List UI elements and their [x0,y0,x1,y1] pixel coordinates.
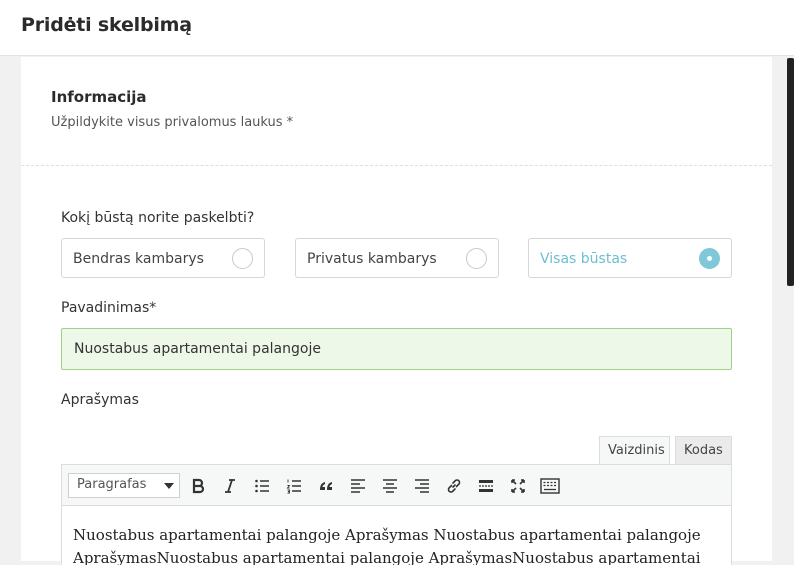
link-icon [447,479,461,493]
align-right-button[interactable] [410,474,434,498]
toolbar-toggle-icon [540,478,560,494]
toolbar-toggle-button[interactable] [538,474,562,498]
bold-icon [192,478,205,494]
read-more-icon [479,480,493,492]
radio-circle-icon [466,248,487,269]
description-editor[interactable]: Nuostabus apartamentai palangoje Aprašym… [61,505,732,565]
fullscreen-icon [511,479,525,493]
bullet-list-button[interactable] [250,474,274,498]
align-left-icon [351,479,365,493]
radio-entire-home[interactable]: Visas būstas [528,238,732,278]
radio-private-room[interactable]: Privatus kambarys [295,238,499,278]
editor-toolbar: Paragrafas [61,464,732,506]
section-divider [21,165,772,166]
fullscreen-button[interactable] [506,474,530,498]
numbered-list-icon [286,479,301,494]
title-input[interactable]: Nuostabus apartamentai palangoje [61,328,732,370]
numbered-list-button[interactable] [282,474,306,498]
link-button[interactable] [442,474,466,498]
bullet-list-icon [255,479,269,493]
italic-button[interactable] [218,474,242,498]
tab-code[interactable]: Kodas [675,436,732,465]
italic-icon [225,479,235,493]
scrollbar-thumb[interactable] [787,58,794,286]
blockquote-icon [320,482,332,490]
align-center-button[interactable] [378,474,402,498]
section-subtitle: Užpildykite visus privalomus laukus * [51,115,294,130]
align-left-button[interactable] [346,474,370,498]
radio-label: Visas būstas [540,251,628,267]
editor-content: Nuostabus apartamentai palangoje Aprašym… [73,526,701,565]
page-title: Pridėti skelbimą [21,14,192,36]
read-more-button[interactable] [474,474,498,498]
title-field-label: Pavadinimas* [61,300,157,316]
chevron-down-icon [164,483,174,489]
format-select[interactable]: Paragrafas [68,473,180,498]
radio-selected-icon [699,248,720,269]
radio-label: Privatus kambarys [307,251,437,267]
form-panel: Informacija Užpildykite visus privalomus… [21,57,772,565]
align-center-icon [383,479,397,493]
housing-type-label: Kokį būstą norite paskelbti? [61,210,255,226]
bold-button[interactable] [186,474,210,498]
description-label: Aprašymas [61,392,139,408]
radio-label: Bendras kambarys [73,251,204,267]
radio-circle-icon [232,248,253,269]
radio-shared-room[interactable]: Bendras kambarys [61,238,265,278]
top-bar: Pridėti skelbimą [0,0,794,56]
blockquote-button[interactable] [314,474,338,498]
section-title: Informacija [51,88,147,106]
tab-visual[interactable]: Vaizdinis [599,436,670,465]
format-select-value: Paragrafas [77,477,147,492]
align-right-icon [415,479,429,493]
